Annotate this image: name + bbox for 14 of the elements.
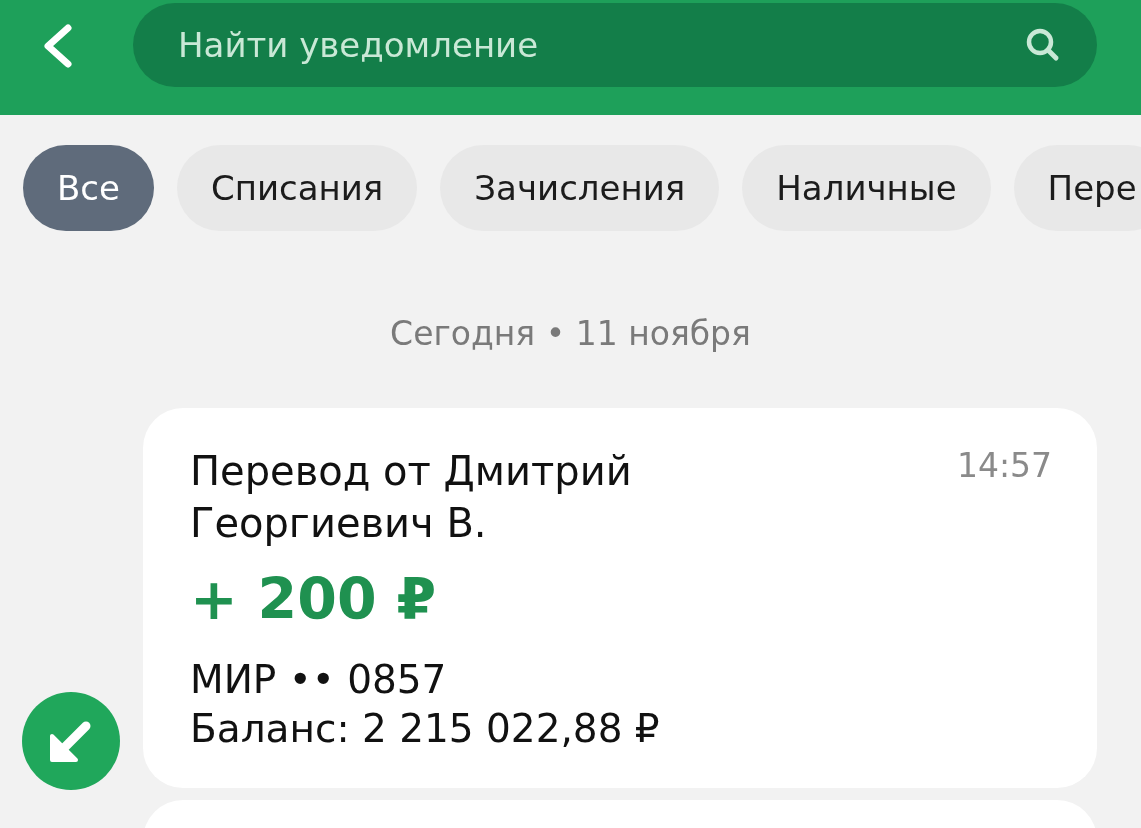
- filter-chip[interactable]: Пере: [1013, 145, 1141, 231]
- amount: + 200 ₽: [190, 567, 437, 631]
- filter-chip[interactable]: Наличные: [742, 145, 991, 231]
- filter-chip[interactable]: Все: [23, 145, 154, 231]
- date-heading: Сегодня • 11 ноября: [390, 314, 751, 354]
- search-icon: [1025, 27, 1061, 63]
- filter-chip[interactable]: Списания: [176, 145, 418, 231]
- balance: Баланс: 2 215 022,88 ₽: [190, 705, 660, 753]
- notification-title: Перевод от Дмитрий Георгиевич В.: [190, 447, 633, 548]
- notification-time: 14:57: [956, 445, 1052, 487]
- card-number: МИР •• 0857: [190, 656, 447, 704]
- filter-chip[interactable]: Зачисления: [440, 145, 720, 231]
- search-field[interactable]: Найти уведомление: [133, 3, 1097, 87]
- notification-card[interactable]: Перевод от Дмитрий Георгиевич В. 14:57 + 200 ₽ МИР •• 0857 Баланс: 2 215 022,88 ₽: [143, 408, 1097, 788]
